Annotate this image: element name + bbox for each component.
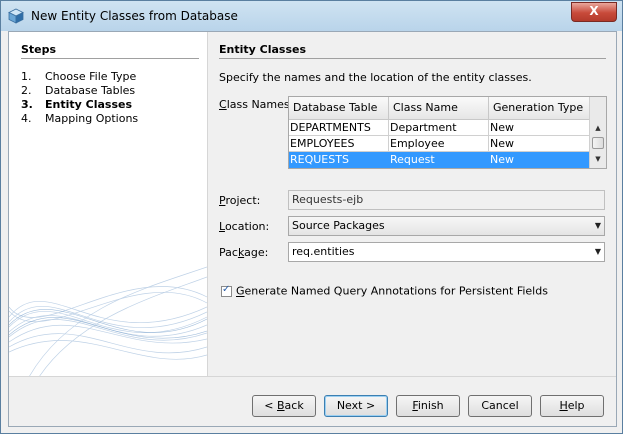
label-text: age: <box>244 246 269 259</box>
steps-title: Steps <box>21 43 57 56</box>
location-value: Source Packages <box>292 219 385 232</box>
table-row[interactable]: DEPARTMENTS Department New <box>289 120 589 136</box>
mnemonic: C <box>219 98 227 111</box>
label-text: lass Names: <box>226 98 294 111</box>
label-text: roject: <box>225 194 261 207</box>
project-label: Project: <box>219 194 260 207</box>
project-field: Requests-ejb <box>288 190 605 210</box>
cell-generation-type[interactable]: New <box>489 120 589 136</box>
package-value: req.entities <box>292 245 355 258</box>
netbeans-cube-icon <box>8 8 24 24</box>
title-bar[interactable]: New Entity Classes from Database X <box>1 1 622 31</box>
wizard-client: Steps 1. Choose File Type 2. Database Tabl… <box>8 31 617 427</box>
mnemonic: H <box>559 399 568 412</box>
table-row[interactable]: EMPLOYEES Employee New <box>289 136 589 152</box>
checkmark-icon: ✓ <box>222 283 231 295</box>
button-text: inish <box>417 399 444 412</box>
scroll-down-icon[interactable]: ▼ <box>590 152 606 166</box>
table-scrollbar[interactable]: ▲ ▼ <box>589 97 606 168</box>
cell-class-name[interactable]: Department <box>389 120 489 136</box>
table-row-selected[interactable]: REQUESTS Request New <box>289 152 589 168</box>
steps-list: 1. Choose File Type 2. Database Tables 3. E… <box>21 70 138 126</box>
cell-class-name[interactable]: Request <box>389 152 489 168</box>
close-icon: X <box>589 4 599 18</box>
close-button[interactable]: X <box>571 2 617 22</box>
button-text: < <box>264 399 277 412</box>
next-button[interactable]: Next > <box>324 395 388 417</box>
label-text: Pac <box>219 246 238 259</box>
step-number: 2. <box>21 84 32 97</box>
cancel-button[interactable]: Cancel <box>468 395 532 417</box>
column-header-class-name[interactable]: Class Name <box>389 97 489 119</box>
cell-generation-type[interactable]: New <box>489 136 589 152</box>
table-header: Database Table Class Name Generation Typ… <box>289 97 589 120</box>
step-item: 4. Mapping Options <box>21 112 138 126</box>
location-combobox[interactable]: Source Packages ▼ <box>288 216 605 236</box>
window-title: New Entity Classes from Database <box>31 9 238 23</box>
steps-panel: Steps 1. Choose File Type 2. Database Tabl… <box>9 32 208 376</box>
mnemonic: B <box>277 399 285 412</box>
button-text: elp <box>567 399 585 412</box>
named-query-option[interactable]: ✓ Generate Named Query Annotations for Pe… <box>221 284 548 298</box>
step-label: Entity Classes <box>45 98 133 111</box>
step-item: 1. Choose File Type <box>21 70 138 84</box>
steps-divider <box>21 58 199 59</box>
back-button[interactable]: < Back <box>252 395 316 417</box>
column-header-database-table[interactable]: Database Table <box>289 97 389 119</box>
chevron-down-icon[interactable]: ▼ <box>595 217 601 235</box>
step-number: 3. <box>21 98 33 111</box>
class-names-label: Class Names: <box>219 98 293 111</box>
package-label: Package: <box>219 246 268 259</box>
step-item: 2. Database Tables <box>21 84 138 98</box>
step-number: 1. <box>21 70 32 83</box>
step-label: Mapping Options <box>45 112 139 125</box>
package-combobox[interactable]: req.entities ▼ <box>288 242 605 262</box>
label-text: ocation: <box>224 220 270 233</box>
class-names-table[interactable]: Database Table Class Name Generation Typ… <box>288 96 607 169</box>
scrollbar-thumb[interactable] <box>592 137 604 149</box>
wizard-window: New Entity Classes from Database X Steps… <box>0 0 623 434</box>
mnemonic: G <box>236 284 245 298</box>
button-text: ack <box>284 399 304 412</box>
footer-divider <box>9 376 616 377</box>
step-number: 4. <box>21 112 32 125</box>
location-label: Location: <box>219 220 269 233</box>
cell-class-name[interactable]: Employee <box>389 136 489 152</box>
help-button[interactable]: Help <box>540 395 604 417</box>
cell-database-table: DEPARTMENTS <box>289 120 389 136</box>
step-item-current: 3. Entity Classes <box>21 98 138 112</box>
decorative-wave-graphic <box>9 266 207 376</box>
chevron-down-icon[interactable]: ▼ <box>595 243 601 261</box>
named-query-checkbox[interactable]: ✓ <box>221 283 232 297</box>
panel-divider <box>219 58 606 59</box>
scroll-up-icon[interactable]: ▲ <box>590 121 606 135</box>
project-value: Requests-ejb <box>292 193 364 206</box>
entity-classes-panel: Entity Classes Specify the names and the… <box>219 32 609 376</box>
label-text: enerate Named Query Annotations for Pers… <box>244 284 548 298</box>
named-query-checkbox-label[interactable]: Generate Named Query Annotations for Per… <box>236 285 548 298</box>
panel-description: Specify the names and the location of th… <box>219 71 532 84</box>
cell-database-table: REQUESTS <box>289 152 389 168</box>
panel-title: Entity Classes <box>219 43 307 56</box>
cell-database-table: EMPLOYEES <box>289 136 389 152</box>
finish-button[interactable]: Finish <box>396 395 460 417</box>
cell-generation-type[interactable]: New <box>489 152 589 168</box>
step-label: Database Tables <box>45 84 136 97</box>
step-label: Choose File Type <box>45 70 137 83</box>
column-header-generation-type[interactable]: Generation Type <box>489 97 589 119</box>
